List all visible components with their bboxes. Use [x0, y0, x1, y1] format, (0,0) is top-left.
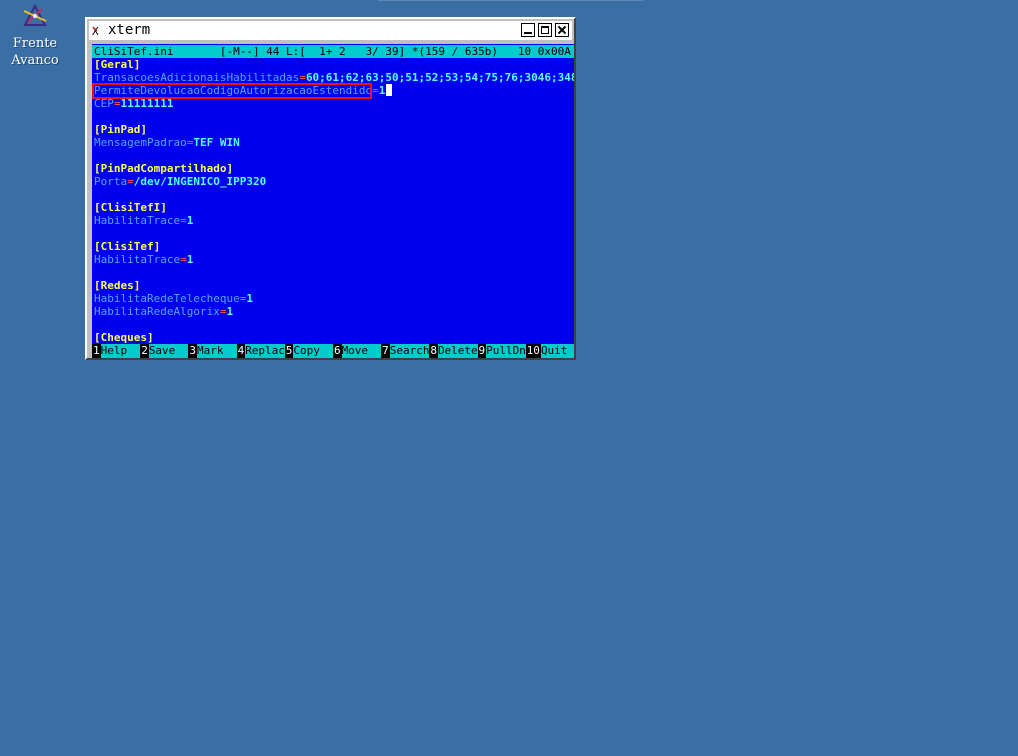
text-cursor [386, 84, 393, 96]
equals-sign: = [180, 253, 187, 266]
frente-avanco-icon [22, 3, 48, 29]
config-value: /dev/INGENICO_IPP320 [133, 175, 267, 188]
section-header: [Cheques] [94, 331, 154, 344]
config-line: Porta=/dev/INGENICO_IPP320 [94, 175, 266, 188]
config-line: HabilitaRedeTelecheque=1 [94, 292, 253, 305]
config-value: 1 [186, 253, 194, 266]
config-line: PermiteDevolucaoCodigoAutorizacaoEstendi… [94, 84, 393, 97]
fkey-label: Search [389, 344, 430, 358]
fkey-number: 5 [284, 344, 294, 358]
config-key: CEP [94, 97, 114, 110]
fkey-number: 1 [92, 344, 101, 358]
config-line: MensagemPadrao=TEF WIN [94, 136, 240, 149]
window-titlebar[interactable]: X xterm [89, 21, 572, 40]
section-header: [ClisiTef] [94, 240, 161, 253]
config-value: 1 [246, 292, 253, 305]
equals-sign: = [180, 214, 187, 227]
fkey-number: 4 [236, 344, 246, 358]
section-header: [PinPad] [94, 123, 147, 136]
fkey-label: Save [148, 344, 176, 358]
config-key: HabilitaRedeAlgorix [94, 305, 220, 318]
fkey-help[interactable]: 1 Help [92, 344, 140, 358]
close-button[interactable] [555, 23, 569, 37]
equals-sign: = [372, 84, 379, 97]
desktop-icon-label-line1: Frente [12, 36, 58, 51]
xterm-window[interactable]: X xterm CliSiTef.ini [-M--] 44 L:[ 1+ 2 … [85, 17, 576, 360]
fkey-number: 3 [188, 344, 197, 358]
config-line: CEP=11111111 [94, 97, 173, 110]
fkey-quit[interactable]: 10 Quit [525, 344, 574, 358]
fkey-move[interactable]: 6 Move [332, 344, 381, 358]
fkey-number: 2 [140, 344, 149, 358]
fkey-label: Help [100, 344, 128, 358]
config-key: HabilitaTrace [94, 253, 181, 266]
config-line: HabilitaRedeAlgorix=1 [94, 305, 233, 318]
config-key: MensagemPadrao [94, 136, 187, 149]
fkey-label: Delete [437, 344, 478, 358]
fkey-label: PullDn [486, 344, 526, 358]
fkey-label: Mark [197, 344, 224, 358]
window-title: xterm [108, 22, 151, 38]
fkey-copy[interactable]: 5 Copy [284, 344, 333, 358]
config-line: HabilitaTrace=1 [94, 214, 193, 227]
fkey-save[interactable]: 2 Save [140, 344, 188, 358]
config-value: 11111111 [120, 97, 174, 110]
config-key: Porta [94, 175, 128, 188]
frente-avanco-desktop-icon[interactable]: Frente Avanco [4, 3, 66, 69]
config-key: HabilitaTrace [94, 214, 181, 227]
maximize-button[interactable] [538, 23, 552, 37]
config-value: TEF WIN [193, 136, 240, 149]
fkey-label: Copy [293, 344, 320, 358]
config-line: HabilitaTrace=1 [94, 253, 193, 266]
fkey-number: 6 [332, 344, 342, 358]
equals-sign: = [113, 97, 121, 110]
desktop-icon-label-line2: Avanco [11, 53, 59, 68]
fkey-number: 8 [429, 344, 438, 358]
config-key: PermiteDevolucaoCodigoAutorizacaoEstendi… [94, 84, 373, 97]
fkey-number: 10 [525, 344, 541, 358]
config-value: 1 [226, 305, 234, 318]
config-key: TransacoesAdicionaisHabilitadas [94, 71, 300, 84]
fkey-delete[interactable]: 8 Delete [429, 344, 478, 358]
minimize-button[interactable] [521, 23, 535, 37]
section-header: [ClisiTefI] [94, 201, 167, 214]
fkey-label: Replac [245, 344, 285, 358]
config-key: HabilitaRedeTelecheque [94, 292, 240, 305]
config-value: 1 [378, 84, 386, 97]
fkey-label: Quit [540, 344, 568, 358]
section-header: [Geral] [94, 58, 141, 71]
config-value: 60;61;62;63;50;51;52;53;54;75;76;3046;34… [305, 71, 574, 84]
fkey-number: 7 [381, 344, 390, 358]
editor-status-bar: CliSiTef.ini [-M--] 44 L:[ 1+ 2 3/ 39] *… [92, 45, 574, 58]
config-value: 1 [186, 214, 194, 227]
terminal-area[interactable]: CliSiTef.ini [-M--] 44 L:[ 1+ 2 3/ 39] *… [92, 44, 574, 358]
equals-sign: = [127, 175, 134, 188]
top-edge-line [378, 0, 644, 1]
fkey-replac[interactable]: 4 Replac [236, 344, 285, 358]
function-key-bar: 1 Help 2 Save 3 Mark 4 Replac 5 Copy 6 Move 7 Search 8… [92, 344, 574, 358]
terminal-app-icon: X [92, 23, 106, 38]
config-line: TransacoesAdicionaisHabilitadas=60;61;62… [94, 71, 574, 84]
fkey-number: 9 [477, 344, 487, 358]
section-header: [Redes] [94, 279, 141, 292]
fkey-search[interactable]: 7 Search [381, 344, 430, 358]
fkey-mark[interactable]: 3 Mark [188, 344, 236, 358]
fkey-pulldn[interactable]: 9 PullDn [477, 344, 526, 358]
fkey-label: Move [341, 344, 369, 358]
section-header: [PinPadCompartilhado] [94, 162, 234, 175]
equals-sign: = [299, 71, 306, 84]
